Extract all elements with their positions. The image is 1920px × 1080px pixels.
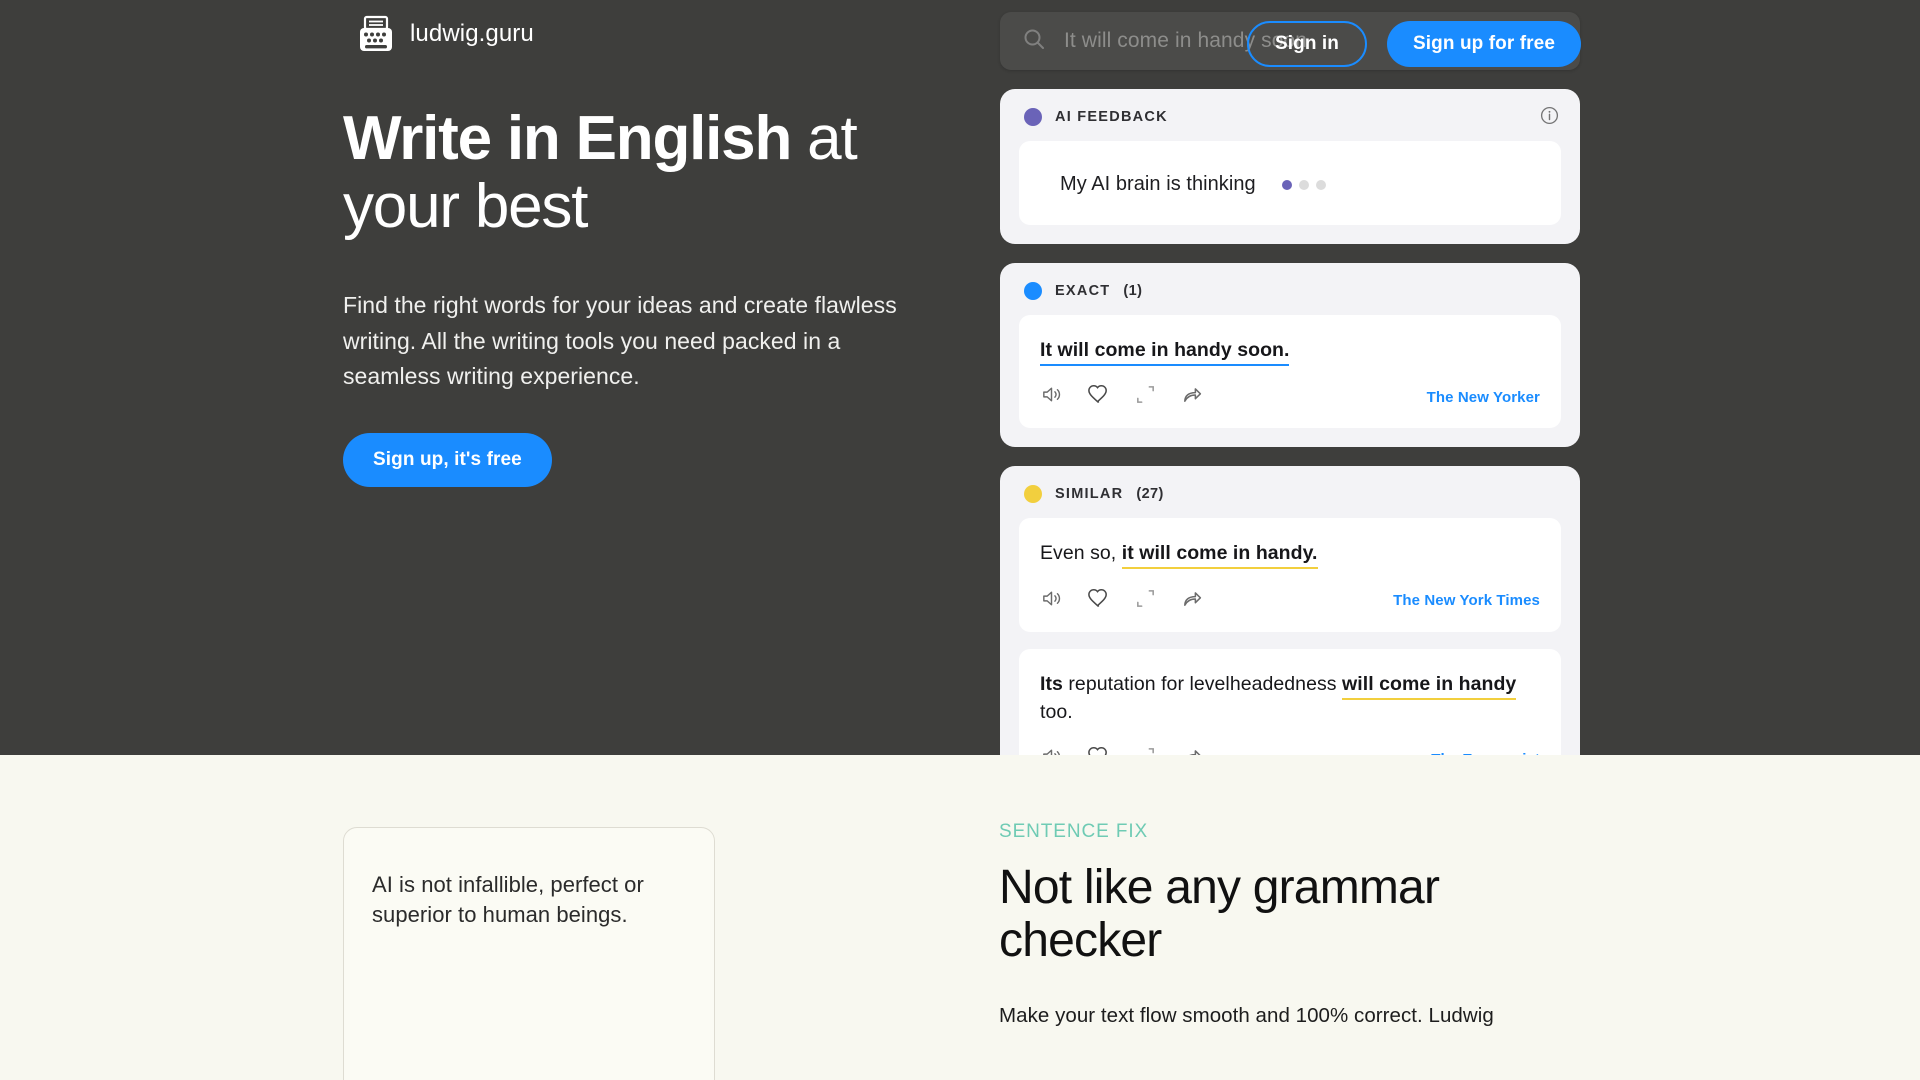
brand-logo[interactable]: ludwig.guru (355, 13, 534, 55)
sentence-fix-copy: SENTENCE FIX Not like any grammar checke… (999, 821, 1599, 1031)
result-sentence: Even so, it will come in handy. (1040, 539, 1540, 570)
result-prefix: Even so, (1040, 542, 1122, 565)
typewriter-icon (355, 13, 397, 55)
result-item: Even so, it will come in handy. The New … (1019, 518, 1561, 632)
expand-icon[interactable] (1134, 745, 1181, 755)
similar-count: (27) (1136, 486, 1164, 503)
brand-name: ludwig.guru (410, 20, 534, 47)
ai-status-text: My AI brain is thinking (1060, 173, 1256, 195)
result-item: It will come in handy soon. The New York… (1019, 315, 1561, 429)
result-suffix: too. (1040, 700, 1073, 723)
result-item: Its reputation for levelheadedness will … (1019, 648, 1561, 755)
ai-thinking-row: My AI brain is thinking (1040, 162, 1540, 208)
exact-label: EXACT (1055, 283, 1111, 299)
share-icon[interactable] (1181, 587, 1228, 615)
exact-header: EXACT (1) (1019, 280, 1561, 300)
quote-text: AI is not infallible, perfect or superio… (372, 872, 644, 928)
auth-buttons: Sign in Sign up for free (1246, 21, 1581, 67)
sign-in-button[interactable]: Sign in (1246, 21, 1367, 67)
hero-title-bold: Write in English (343, 104, 792, 173)
similar-dot (1024, 485, 1042, 504)
result-highlight: will come in handy (1342, 672, 1517, 700)
hero-copy: Write in English at your best Find the r… (343, 105, 963, 488)
result-actions: The Economist (1040, 745, 1540, 755)
exact-results-card: EXACT (1) It will come in handy soon. Th… (1000, 263, 1580, 448)
result-source[interactable]: The New Yorker (1427, 389, 1540, 406)
result-actions: The New York Times (1040, 587, 1540, 615)
search-icon (1022, 27, 1046, 56)
ai-feedback-header: AI FEEDBACK (1019, 106, 1561, 126)
share-icon[interactable] (1181, 745, 1228, 755)
result-source[interactable]: The New York Times (1393, 592, 1540, 609)
result-highlight: It will come in handy soon. (1040, 339, 1290, 366)
result-prefix: reputation for levelheadedness (1062, 672, 1343, 695)
result-sentence: Its reputation for levelheadedness will … (1040, 670, 1540, 727)
hero-subtitle: Find the right words for your ideas and … (343, 292, 897, 390)
section-paragraph: Make your text flow smooth and 100% corr… (999, 1003, 1494, 1027)
search-app-panel: It will come in handy soon Sign in Sign … (1000, 12, 1581, 755)
ai-feedback-body: My AI brain is thinking (1019, 141, 1561, 225)
heart-icon[interactable] (1087, 745, 1134, 755)
page-title: Write in English at your best (343, 105, 963, 240)
speaker-icon[interactable] (1040, 383, 1087, 411)
exact-dot (1024, 282, 1042, 300)
section-heading: Not like any grammar checker (999, 861, 1440, 967)
ai-feedback-dot (1024, 108, 1042, 126)
result-actions: The New Yorker (1040, 383, 1540, 411)
result-prefix-bold: Its (1040, 672, 1063, 695)
result-highlight: it will come in handy. (1121, 542, 1318, 570)
heart-icon[interactable] (1087, 587, 1134, 615)
sentence-fix-section: AI is not infallible, perfect or superio… (0, 755, 1920, 1080)
hero-section: ludwig.guru Write in English at your bes… (0, 0, 1920, 755)
speaker-icon[interactable] (1040, 587, 1087, 615)
signup-free-cta-button[interactable]: Sign up, it's free (343, 433, 552, 488)
similar-header: SIMILAR (27) (1019, 483, 1561, 504)
loading-dots-icon (1281, 179, 1326, 190)
expand-icon[interactable] (1134, 383, 1181, 411)
quote-card: AI is not infallible, perfect or superio… (343, 827, 715, 1080)
share-icon[interactable] (1181, 383, 1228, 411)
ai-feedback-label: AI FEEDBACK (1055, 109, 1168, 125)
similar-label: SIMILAR (1055, 486, 1124, 503)
expand-icon[interactable] (1134, 587, 1181, 615)
exact-count: (1) (1123, 283, 1143, 299)
sign-up-button[interactable]: Sign up for free (1387, 21, 1581, 67)
result-sentence: It will come in handy soon. (1040, 336, 1540, 366)
heart-icon[interactable] (1087, 383, 1134, 411)
speaker-icon[interactable] (1040, 745, 1087, 755)
similar-results-card: SIMILAR (27) Even so, it will come in ha… (1000, 466, 1580, 755)
section-eyebrow: SENTENCE FIX (999, 821, 1149, 842)
ai-feedback-card: AI FEEDBACK My AI brain is thinking (1000, 89, 1580, 244)
